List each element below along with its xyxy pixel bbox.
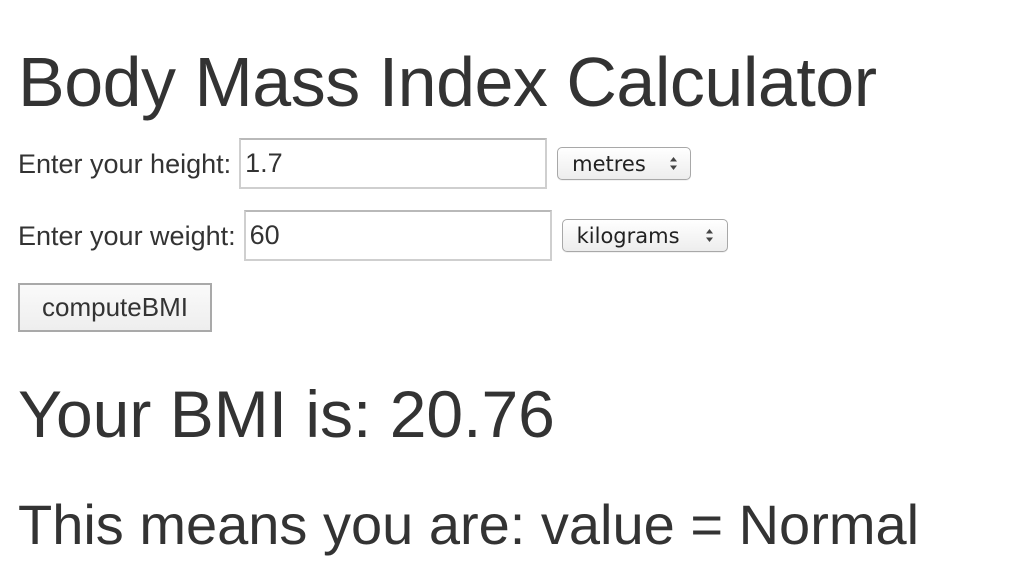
bmi-result-label: Your BMI is:: [18, 377, 390, 451]
height-input[interactable]: [239, 138, 548, 189]
weight-unit-value: kilograms: [576, 223, 680, 248]
height-unit-value: metres: [572, 151, 646, 176]
compute-bmi-button[interactable]: computeBMI: [18, 283, 212, 332]
bmi-category: This means you are: value = Normal: [18, 494, 919, 556]
bmi-result-value: 20.76: [389, 377, 555, 451]
updown-chevron-icon: [705, 228, 715, 244]
weight-unit-select[interactable]: kilograms: [561, 219, 728, 252]
page-title: Body Mass Index Calculator: [18, 43, 877, 121]
height-row: Enter your height: metres: [18, 138, 692, 189]
bmi-category-label: This means you are:: [18, 493, 541, 556]
weight-row: Enter your weight: kilograms: [18, 210, 728, 261]
height-label: Enter your height:: [18, 148, 232, 179]
bmi-category-value: value = Normal: [540, 493, 920, 556]
weight-input[interactable]: [243, 210, 552, 261]
updown-chevron-icon: [668, 156, 678, 172]
weight-label: Enter your weight:: [18, 220, 236, 251]
height-unit-select[interactable]: metres: [557, 147, 692, 180]
bmi-result: Your BMI is: 20.76: [18, 378, 555, 450]
